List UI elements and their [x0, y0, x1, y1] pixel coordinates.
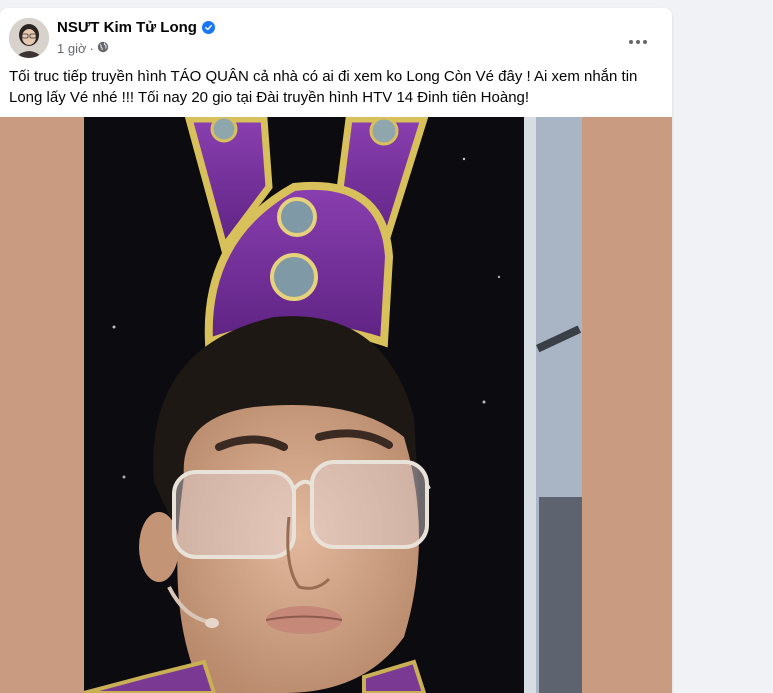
public-globe-icon[interactable]: [97, 41, 109, 56]
author-header: NSƯT Kim Tử Long: [57, 19, 215, 36]
post-meta: 1 giờ ·: [57, 41, 109, 56]
feed-post: NSƯT Kim Tử Long 1 giờ · Tối truc tiếp t…: [0, 8, 672, 693]
author-avatar[interactable]: [9, 18, 49, 58]
more-horizontal-icon: [629, 40, 647, 44]
meta-separator: ·: [89, 41, 94, 56]
post-caption: Tối truc tiếp truyền hình TÁO QUÂN cả nh…: [9, 68, 638, 106]
post-photo[interactable]: [84, 117, 582, 693]
post-timestamp[interactable]: 1 giờ: [57, 41, 87, 56]
more-options-button[interactable]: [620, 24, 656, 60]
post-media[interactable]: [0, 117, 672, 693]
verified-badge-icon: [201, 21, 215, 34]
avatar-image: [9, 18, 49, 58]
photo-illustration: [84, 117, 582, 693]
author-name[interactable]: NSƯT Kim Tử Long: [57, 19, 197, 36]
